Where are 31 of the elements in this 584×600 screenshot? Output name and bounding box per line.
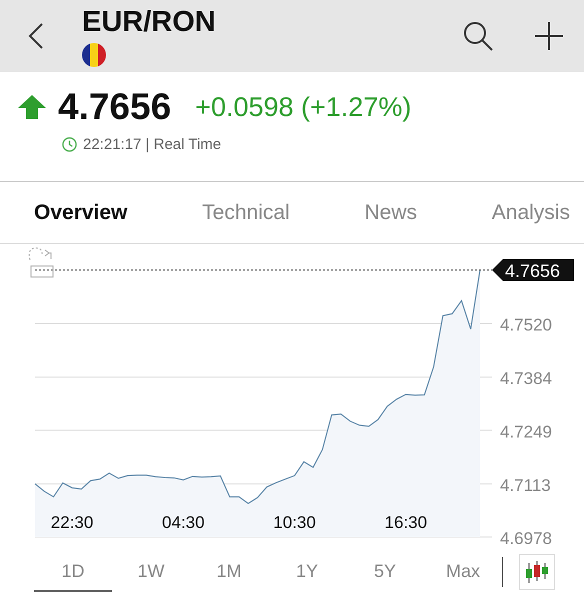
tab[interactable]: Analysis xyxy=(492,200,570,224)
tab[interactable]: Overview xyxy=(34,200,128,224)
tab[interactable]: Technical xyxy=(202,200,290,224)
y-axis-label: 4.6978 xyxy=(500,529,552,544)
candlestick-icon xyxy=(524,559,550,585)
clock-icon xyxy=(62,137,77,152)
y-axis-label: 4.7520 xyxy=(500,316,552,335)
back-button[interactable] xyxy=(28,22,44,50)
range-button[interactable]: 1D xyxy=(34,552,112,592)
price: 4.7656 xyxy=(58,86,172,128)
candlestick-button[interactable] xyxy=(519,554,555,590)
last-price-tag: 4.7656 xyxy=(492,259,574,281)
y-axis-label: 4.7384 xyxy=(500,369,552,388)
price-change: +0.0598 (+1.27%) xyxy=(195,92,412,122)
range-button[interactable]: 5Y xyxy=(346,552,424,592)
range-button[interactable]: 1W xyxy=(112,552,190,592)
x-axis-label: 16:30 xyxy=(384,513,428,532)
search-button[interactable] xyxy=(462,20,494,52)
quote-time: 22:21:17 | Real Time xyxy=(83,136,222,153)
range-button[interactable]: Max xyxy=(424,552,502,592)
pair-title: EUR/RON xyxy=(82,6,217,38)
x-axis-label: 22:30 xyxy=(50,513,94,532)
range-button[interactable]: 1Y xyxy=(268,552,346,592)
y-axis-label: 4.7249 xyxy=(500,422,552,442)
range-button[interactable]: 1M xyxy=(190,552,268,592)
x-axis-label: 04:30 xyxy=(162,513,205,532)
x-axis-label: 10:30 xyxy=(273,513,316,532)
tab[interactable]: News xyxy=(364,200,418,224)
flag-icon xyxy=(82,42,106,66)
add-button[interactable] xyxy=(534,21,564,51)
y-axis-label: 4.7113 xyxy=(500,476,551,495)
